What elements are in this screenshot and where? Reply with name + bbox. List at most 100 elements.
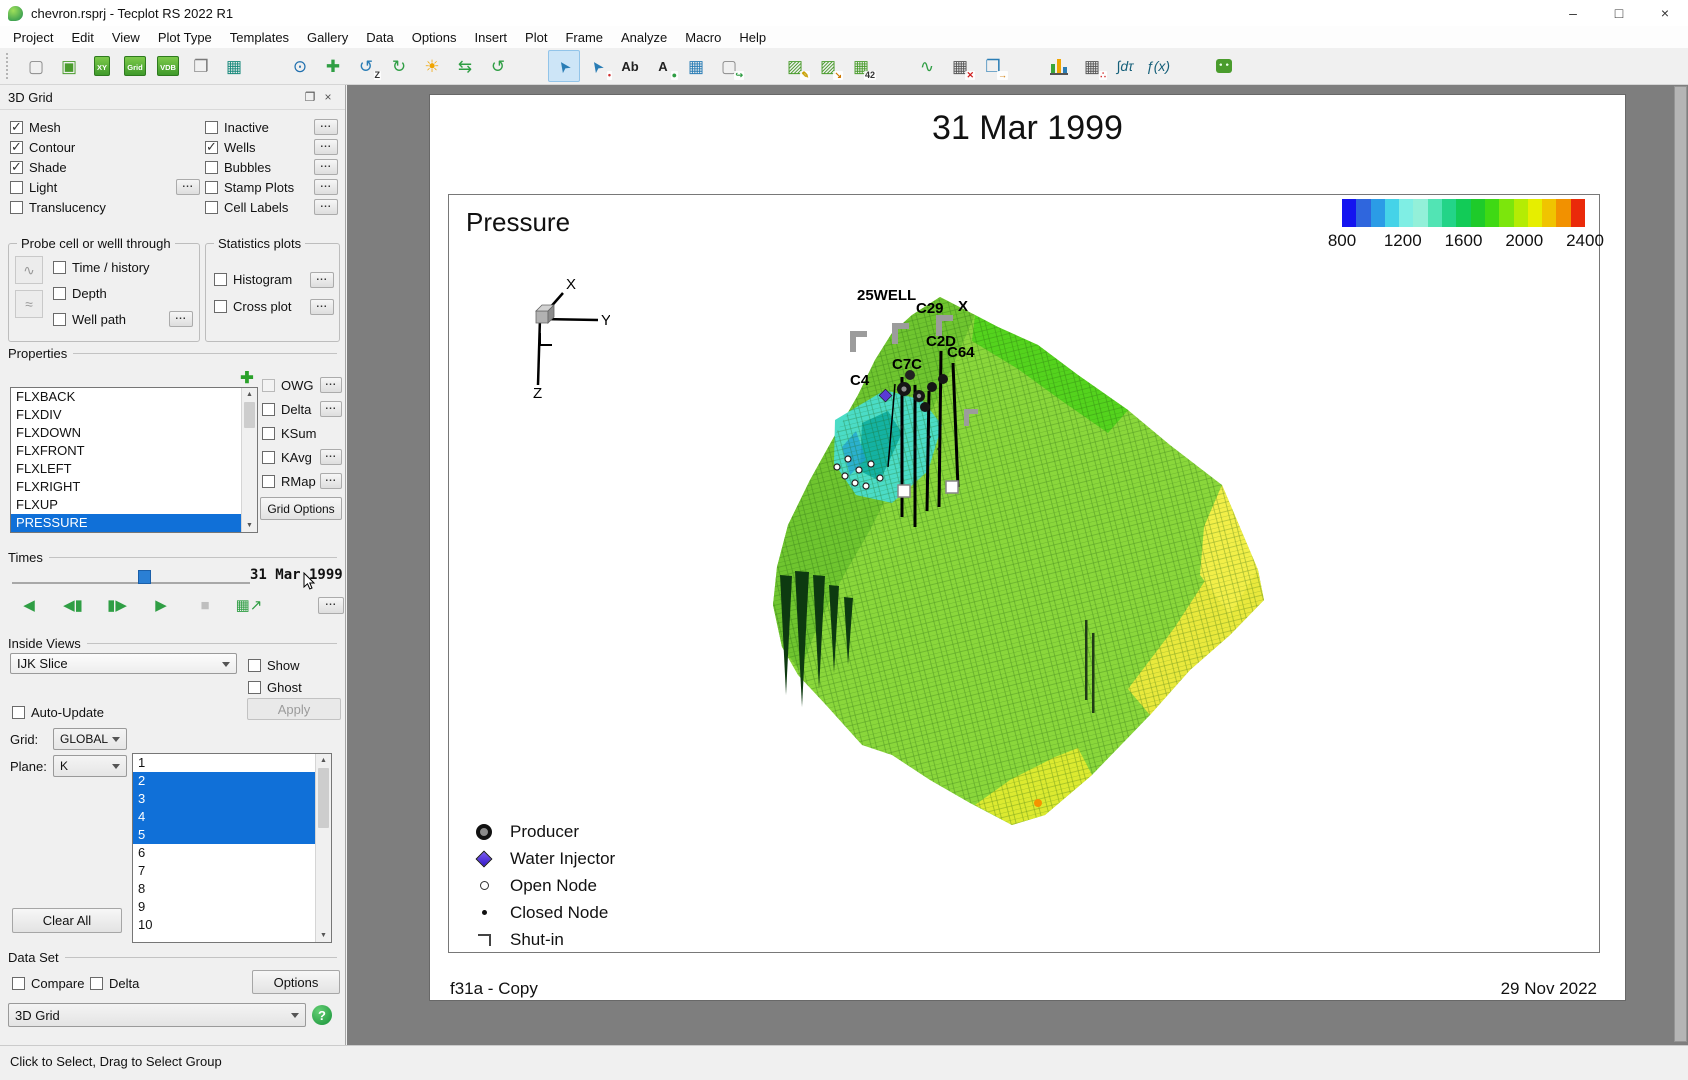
adjust-tool-icon[interactable]: ➤ • <box>581 50 613 82</box>
property-list-item[interactable]: FLXDIV <box>11 406 257 424</box>
time-slider-thumb[interactable] <box>138 570 151 584</box>
plane-list-item[interactable]: 2 <box>133 772 331 790</box>
checkbox-box[interactable] <box>214 300 227 313</box>
menu-item[interactable]: Analyze <box>612 28 676 47</box>
property-list-item[interactable]: FLXUP <box>11 496 257 514</box>
close-panel-icon[interactable]: × <box>319 90 337 104</box>
close-button[interactable]: × <box>1642 0 1688 26</box>
stop-button[interactable]: ■ <box>190 591 220 619</box>
more-options-button[interactable]: ... <box>320 377 342 393</box>
menu-item[interactable]: Plot Type <box>149 28 221 47</box>
float-panel-icon[interactable]: ❐ <box>301 90 319 104</box>
scroll-down-icon[interactable]: ▼ <box>316 929 331 942</box>
scrollbar-thumb[interactable] <box>318 768 329 828</box>
more-options-button[interactable]: ... <box>314 179 338 195</box>
bar-chart-icon[interactable] <box>1043 50 1075 82</box>
wells-checkbox[interactable]: Wells ... <box>205 137 338 157</box>
scatter-matrix-icon[interactable]: ▦ ∴ <box>1076 50 1108 82</box>
workspace-scrollbar[interactable] <box>1674 86 1687 1042</box>
plane-list-item[interactable]: 8 <box>133 880 331 898</box>
geometry-text-icon[interactable]: A ● <box>647 50 679 82</box>
ghost-checkbox[interactable]: Ghost <box>248 677 340 697</box>
histogram-checkbox[interactable]: Histogram ... <box>214 266 334 293</box>
checkbox-box[interactable] <box>10 141 23 154</box>
property-list-item[interactable]: PRESSURE <box>11 514 257 532</box>
more-options-button[interactable]: ... <box>314 159 338 175</box>
checkbox-box[interactable] <box>12 977 25 990</box>
checkbox-box[interactable] <box>10 121 23 134</box>
checkbox-box[interactable] <box>53 313 66 326</box>
inside-views-select[interactable]: IJK Slice <box>10 653 237 674</box>
create-zone-icon[interactable]: ▨ ✎ <box>779 50 811 82</box>
apply-button[interactable]: Apply <box>247 698 341 720</box>
integrate-icon[interactable]: ∫dτ <box>1109 50 1141 82</box>
scroll-up-icon[interactable]: ▲ <box>316 754 331 767</box>
plane-select[interactable]: K <box>53 755 127 777</box>
time-slider-track[interactable] <box>12 582 250 584</box>
cell-labels-checkbox[interactable]: Cell Labels ... <box>205 197 338 217</box>
extract-zone-icon[interactable]: ▨ ↘ <box>812 50 844 82</box>
menu-item[interactable]: Plot <box>516 28 556 47</box>
more-options-button[interactable]: ... <box>314 199 338 215</box>
checkbox-box[interactable] <box>205 161 218 174</box>
pan-tool-icon[interactable]: ✚ <box>317 50 349 82</box>
frame-layout-icon[interactable]: ▦ <box>680 50 712 82</box>
menu-item[interactable]: Help <box>730 28 775 47</box>
plane-list-item[interactable]: 1 <box>133 754 331 772</box>
shade-checkbox[interactable]: Shade ... <box>10 157 200 177</box>
plot-frame[interactable]: 31 Mar 1999 Pressure <box>430 95 1625 1000</box>
rotate-3d-icon[interactable]: ↻ <box>383 50 415 82</box>
panel-mode-select[interactable]: 3D Grid <box>8 1003 306 1027</box>
property-list-item[interactable]: FLXFRONT <box>11 442 257 460</box>
import-xy-data-icon[interactable]: XY <box>86 50 118 82</box>
plane-list[interactable]: 1 2 3 4 5 6 7 8 9 10 ▲ ▼ <box>132 753 332 943</box>
select-tool-icon[interactable]: ➤ <box>548 50 580 82</box>
menu-item[interactable]: Gallery <box>298 28 357 47</box>
checkbox-box[interactable] <box>205 201 218 214</box>
dataset-options-button[interactable]: Options <box>252 970 340 994</box>
new-file-icon[interactable]: ▢ <box>20 50 52 82</box>
checkbox-box[interactable] <box>262 427 275 440</box>
checkbox-box[interactable] <box>262 451 275 464</box>
add-property-button[interactable]: ✚ <box>238 369 256 387</box>
checkbox-box[interactable] <box>205 181 218 194</box>
delete-zone-icon[interactable]: ▦ ✕ <box>944 50 976 82</box>
property-list-item[interactable]: FLXBACK <box>11 388 257 406</box>
cross-plot-checkbox[interactable]: Cross plot ... <box>214 293 334 320</box>
paste-page-icon[interactable]: ▢ ↪ <box>713 50 745 82</box>
toolbar-grip[interactable] <box>6 53 13 79</box>
menu-item[interactable]: Edit <box>62 28 102 47</box>
checkbox-box[interactable] <box>248 659 261 672</box>
time-history-checkbox[interactable]: Time / history ... <box>53 254 193 280</box>
probe-depth-plot-button[interactable]: ≈ <box>15 290 43 318</box>
play-button[interactable]: ▶ <box>146 591 176 619</box>
more-options-button[interactable]: ... <box>320 401 342 417</box>
checkbox-box[interactable] <box>205 121 218 134</box>
plane-list-item[interactable]: 4 <box>133 808 331 826</box>
scrollbar-thumb[interactable] <box>244 402 255 428</box>
contour-checkbox[interactable]: Contour ... <box>10 137 200 157</box>
checkbox-box[interactable] <box>10 181 23 194</box>
clear-all-button[interactable]: Clear All <box>12 908 122 933</box>
menu-item[interactable]: Insert <box>466 28 517 47</box>
import-grid-data-icon[interactable]: Grid <box>119 50 151 82</box>
probe-time-plot-button[interactable]: ∿ <box>15 256 43 284</box>
menu-item[interactable]: Frame <box>556 28 612 47</box>
scroll-up-icon[interactable]: ▲ <box>242 388 257 401</box>
light-checkbox[interactable]: Light ... <box>10 177 200 197</box>
maximize-button[interactable]: □ <box>1596 0 1642 26</box>
more-options-button[interactable]: ... <box>320 449 342 465</box>
auto-update-checkbox[interactable]: Auto-Update <box>12 702 142 722</box>
checkbox-box[interactable] <box>262 475 275 488</box>
refresh-style-icon[interactable]: ⇆ <box>449 50 481 82</box>
bubbles-checkbox[interactable]: Bubbles ... <box>205 157 338 177</box>
checkbox-box[interactable] <box>214 273 227 286</box>
save-project-icon[interactable]: ▦ <box>218 50 250 82</box>
more-options-button[interactable]: ... <box>320 473 342 489</box>
slice-pages-icon[interactable]: ❐ → <box>977 50 1009 82</box>
rotate-z-icon[interactable]: ↺ Z <box>350 50 382 82</box>
rmap-checkbox[interactable]: RMap ... <box>262 469 342 493</box>
more-options-button[interactable]: ... <box>176 179 200 195</box>
menu-item[interactable]: View <box>103 28 149 47</box>
compare-checkbox[interactable]: Compare <box>12 973 86 993</box>
